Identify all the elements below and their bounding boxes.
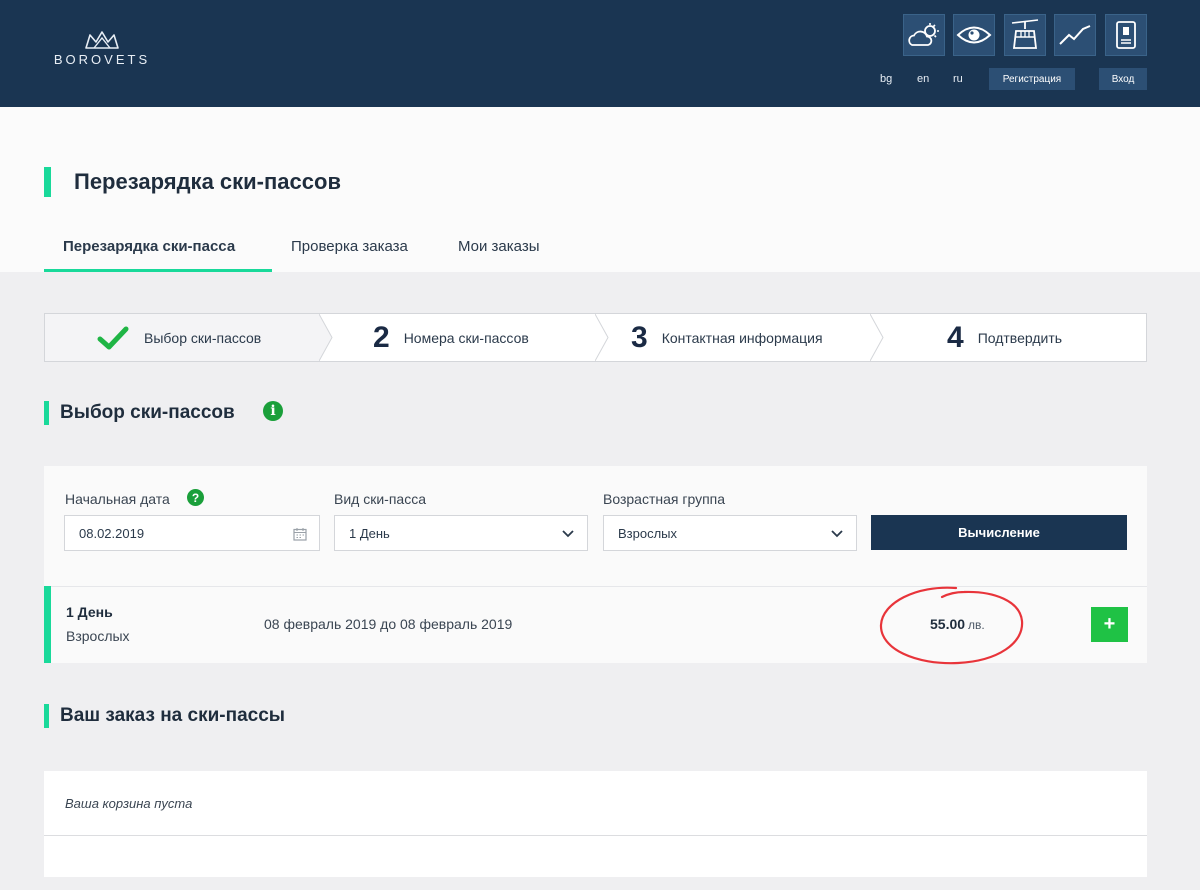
help-icon[interactable]: ? xyxy=(187,489,204,506)
pass-type-label: Вид ски-пасса xyxy=(334,491,426,507)
age-group-value: Взрослых xyxy=(618,525,678,541)
step-1[interactable]: Выбор ски-пассов xyxy=(45,314,320,361)
tab-reload-ski-pass[interactable]: Перезарядка ски-пасса xyxy=(63,238,235,255)
step-4-label: Подтвердить xyxy=(977,329,1063,346)
result-age-group: Взрослых xyxy=(66,628,130,644)
step-4-number: 4 xyxy=(947,320,964,354)
webcam-button[interactable] xyxy=(953,14,995,56)
lang-en[interactable]: en xyxy=(917,73,929,85)
tab-my-orders[interactable]: Мои заказы xyxy=(458,238,540,255)
calendar-icon[interactable] xyxy=(293,527,307,541)
section-accent-bar xyxy=(44,401,49,425)
chevron-down-icon xyxy=(831,530,843,538)
gondola-lift-icon xyxy=(1011,19,1039,49)
step-separator xyxy=(319,314,333,361)
result-pass-name: 1 День xyxy=(66,604,113,620)
add-to-cart-button[interactable]: + xyxy=(1091,607,1128,642)
login-button[interactable]: Вход xyxy=(1099,68,1147,90)
section-accent-bar xyxy=(44,704,49,728)
red-circle-annotation xyxy=(879,586,1024,665)
register-button[interactable]: Регистрация xyxy=(989,68,1075,90)
title-accent-bar xyxy=(44,167,51,197)
step-2[interactable]: 2 Номера ски-пассов xyxy=(373,314,593,361)
chevron-down-icon xyxy=(562,530,574,538)
start-date-field[interactable] xyxy=(64,515,320,551)
cart-empty-message: Ваша корзина пуста xyxy=(65,796,193,811)
tab-check-order[interactable]: Проверка заказа xyxy=(291,238,408,255)
statistics-button[interactable] xyxy=(1054,14,1096,56)
step-2-label: Номера ски-пассов xyxy=(403,329,529,346)
step-separator xyxy=(595,314,609,361)
cart-divider xyxy=(44,835,1147,836)
cart-section-title: Ваш заказ на ски-пассы xyxy=(60,705,286,726)
age-group-select[interactable]: Взрослых xyxy=(603,515,857,551)
age-group-label: Возрастная группа xyxy=(603,491,726,507)
step-1-label: Выбор ски-пассов xyxy=(144,329,262,346)
brand-wordmark: BOROVETS xyxy=(53,52,151,67)
active-tab-underline xyxy=(44,269,272,272)
step-3-number: 3 xyxy=(631,320,648,354)
info-icon[interactable]: i xyxy=(263,401,283,421)
ski-pass-card-icon xyxy=(1116,21,1136,49)
step-4[interactable]: 4 Подтвердить xyxy=(947,314,1137,361)
weather-icon xyxy=(908,23,939,46)
result-accent-bar xyxy=(44,586,51,663)
top-header: BOROVETS bg en ru Регистрация Вход xyxy=(0,0,1200,107)
selection-section-title: Выбор ски-пассов xyxy=(60,402,235,423)
pass-type-value: 1 День xyxy=(349,525,390,541)
start-date-label: Начальная дата xyxy=(65,491,170,507)
checkout-steps: Выбор ски-пассов 2 Номера ски-пассов 3 К… xyxy=(44,313,1147,362)
cart-panel xyxy=(44,771,1147,877)
ski-pass-button[interactable] xyxy=(1105,14,1147,56)
result-date-range: 08 февраль 2019 до 08 февраль 2019 xyxy=(264,616,513,632)
checkmark-icon xyxy=(97,326,129,349)
step-3[interactable]: 3 Контактная информация xyxy=(631,314,891,361)
page-title: Перезарядка ски-пассов xyxy=(74,169,341,194)
start-date-input[interactable] xyxy=(79,525,279,541)
pass-type-select[interactable]: 1 День xyxy=(334,515,588,551)
webcam-eye-icon xyxy=(956,26,992,44)
lang-bg[interactable]: bg xyxy=(880,73,892,85)
crown-icon xyxy=(85,31,119,49)
borovets-logo[interactable]: BOROVETS xyxy=(47,30,157,74)
calculate-button[interactable]: Вычисление xyxy=(871,515,1127,550)
weather-button[interactable] xyxy=(903,14,945,56)
lifts-button[interactable] xyxy=(1004,14,1046,56)
step-separator xyxy=(870,314,884,361)
lang-ru[interactable]: ru xyxy=(953,73,963,85)
chart-trend-icon xyxy=(1059,25,1091,45)
step-2-number: 2 xyxy=(373,320,390,354)
step-3-label: Контактная информация xyxy=(661,329,823,346)
